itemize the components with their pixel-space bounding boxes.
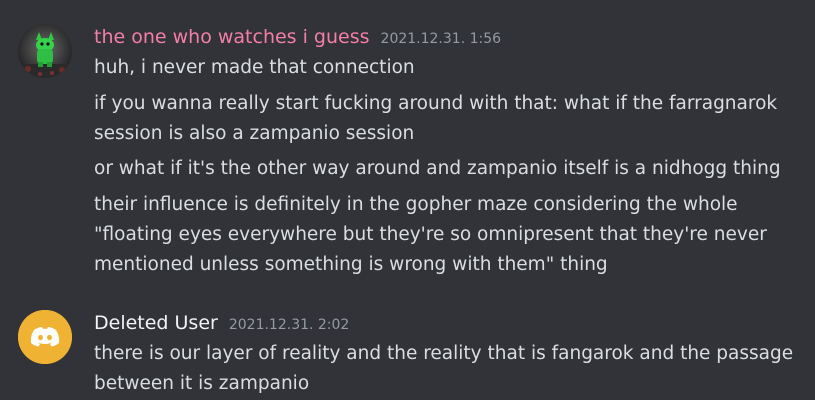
message-text: if you wanna really start fucking around…	[94, 93, 778, 144]
user-avatar[interactable]	[18, 24, 72, 78]
green-creature-avatar-icon	[18, 24, 72, 78]
message-text: their influence is definitely in the gop…	[94, 194, 767, 275]
username[interactable]: Deleted User	[94, 312, 218, 334]
message-text: huh, i never made that connection	[94, 57, 415, 78]
user-avatar[interactable]	[18, 310, 72, 364]
discord-logo-avatar-icon	[18, 310, 72, 364]
message-text: or what if it's the other way around and…	[94, 158, 781, 179]
username[interactable]: the one who watches i guess	[94, 26, 370, 48]
message-text: there is our layer of reality and the re…	[94, 343, 794, 394]
message-timestamp: 2021.12.31. 1:56	[380, 31, 502, 47]
chat-message-list: the one who watches i guess 2021.12.31. …	[0, 0, 815, 400]
message-timestamp: 2021.12.31. 2:02	[228, 317, 350, 333]
